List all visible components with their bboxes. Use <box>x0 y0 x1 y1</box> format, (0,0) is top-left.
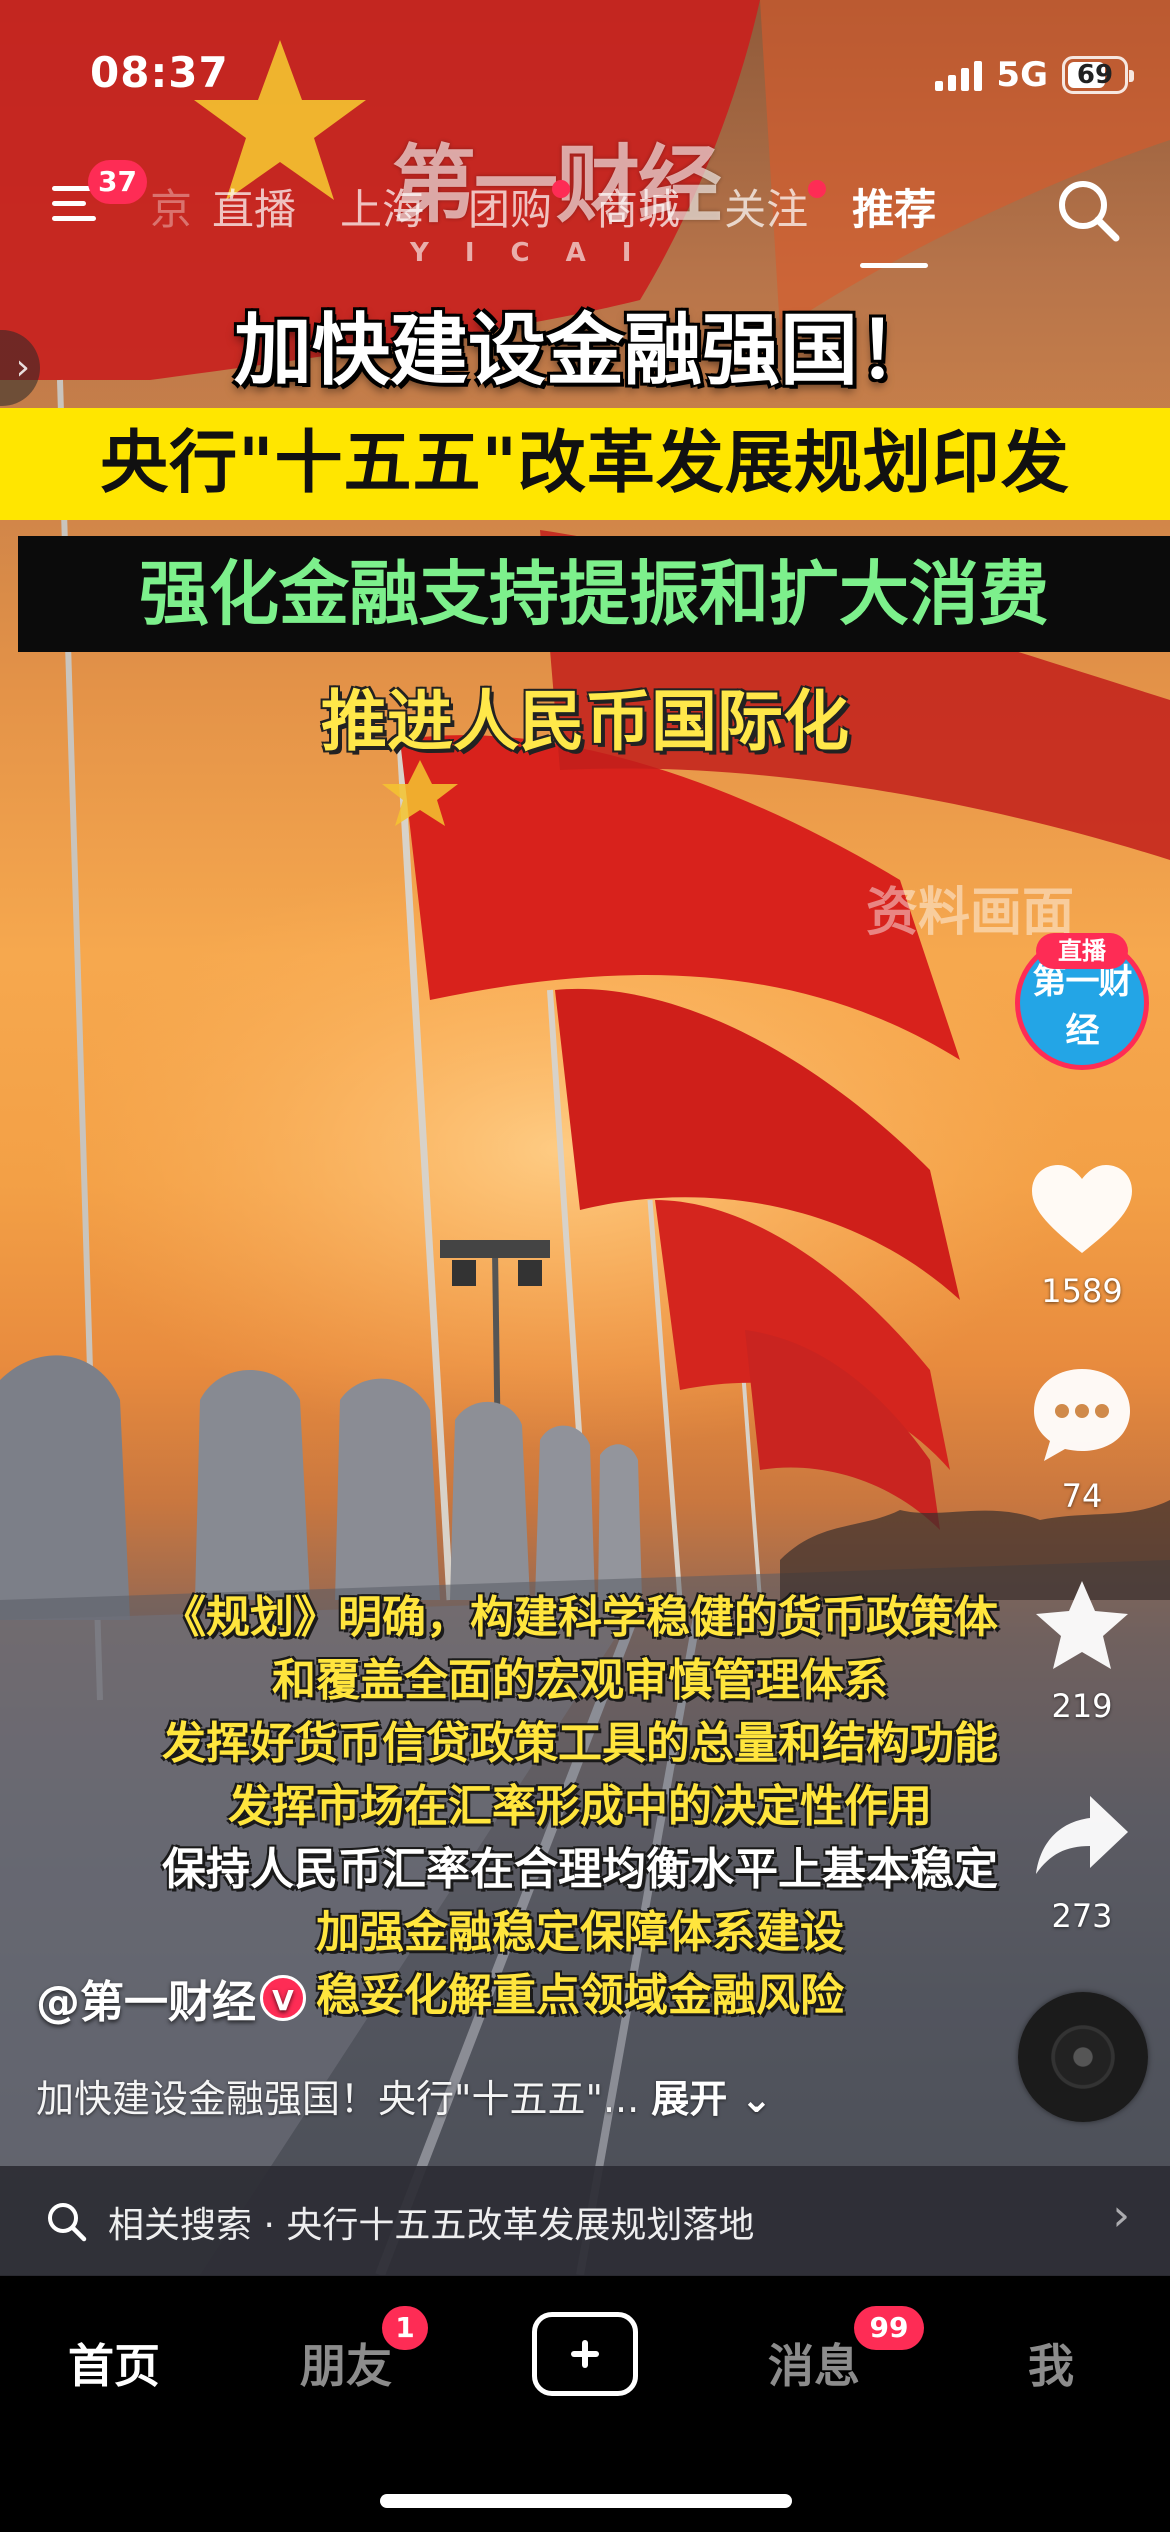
like-action[interactable]: 1589 <box>1012 1150 1152 1310</box>
author-avatar-live[interactable]: 直播 第一财经 <box>1012 933 1152 1070</box>
tab-following[interactable]: 关注 <box>702 180 830 240</box>
tab-notification-dot <box>552 180 571 198</box>
status-indicators: 5G 69 <box>935 52 1134 98</box>
search-icon[interactable] <box>1052 174 1124 246</box>
subtitle-line: 发挥市场在汇率形成中的决定性作用 <box>228 1781 932 1832</box>
video-subtitles: 《规划》明确，构建科学稳健的货币政策体 和覆盖全面的宏观审慎管理体系发挥好货币信贷… <box>40 1586 1120 2027</box>
home-indicator[interactable] <box>380 2494 792 2508</box>
share-arrow-icon[interactable] <box>1012 1775 1152 1895</box>
author-handle[interactable]: @第一财经 <box>36 1966 256 2030</box>
bottom-tab-bar: 首页 朋友 1 消息 99 我 <box>0 2276 1170 2532</box>
related-search-bar[interactable]: 相关搜索 · 央行十五五改革发展规划落地 › <box>0 2166 1170 2276</box>
tab-local-shanghai[interactable]: 上海 <box>318 180 446 240</box>
status-time: 08:37 <box>90 48 229 97</box>
live-tag: 直播 <box>1036 933 1128 969</box>
tab-live[interactable]: 直播 <box>190 180 318 240</box>
post-caption[interactable]: 加快建设金融强国！央行"十五五"... 展开 ⌄ <box>36 2068 772 2123</box>
author-name[interactable]: @第一财经 V <box>36 1966 306 2030</box>
comment-action[interactable]: 74 <box>1012 1355 1152 1515</box>
like-count: 1589 <box>1041 1272 1123 1310</box>
subtitle-line: 和覆盖全面的宏观审慎管理体系 <box>272 1655 888 1706</box>
tab-friends[interactable]: 朋友 <box>300 2330 392 2396</box>
headline-banner-green: 强化金融支持提振和扩大消费 <box>18 536 1170 652</box>
avatar[interactable]: 直播 第一财经 <box>1015 933 1149 1070</box>
nav-tabs: 京 直播 上海 团购 商城 关注 推荐 <box>150 180 958 268</box>
friends-badge: 1 <box>382 2306 428 2350</box>
subtitle-line: 发挥好货币信贷政策工具的总量和结构功能 <box>162 1718 998 1769</box>
share-count: 273 <box>1051 1897 1113 1935</box>
music-disc-icon[interactable] <box>1018 1992 1148 2122</box>
subtitle-line: 加强金融稳定保障体系建设 <box>316 1907 844 1958</box>
chevron-right-icon: › <box>1112 2190 1130 2241</box>
tab-notification-dot <box>808 180 827 198</box>
tab-me[interactable]: 我 <box>1028 2330 1074 2396</box>
verified-badge-icon: V <box>260 1975 306 2021</box>
tab-group-buy[interactable]: 团购 <box>446 180 574 240</box>
headline-subtitle: 推进人民币国际化 <box>321 683 849 760</box>
top-nav: 37 京 直播 上海 团购 商城 关注 推荐 <box>0 160 1170 268</box>
search-icon <box>44 2199 88 2243</box>
network-type: 5G <box>996 55 1048 95</box>
cellular-signal-icon <box>935 59 983 91</box>
create-post-button[interactable] <box>532 2312 638 2396</box>
caption-text: 加快建设金融强国！央行"十五五"... <box>36 2077 640 2121</box>
favorite-count: 219 <box>1051 1687 1113 1725</box>
comment-bubble-icon[interactable] <box>1012 1355 1152 1475</box>
tab-home[interactable]: 首页 <box>68 2330 160 2396</box>
menu-badge: 37 <box>88 160 147 204</box>
tab-messages[interactable]: 消息 <box>768 2330 860 2396</box>
chevron-down-icon: ⌄ <box>727 2077 773 2121</box>
tab-partial[interactable]: 京 <box>150 180 190 240</box>
heart-icon[interactable] <box>1012 1150 1152 1270</box>
messages-badge: 99 <box>854 2306 924 2350</box>
related-search-text: 相关搜索 · 央行十五五改革发展规划落地 <box>108 2205 755 2246</box>
comment-count: 74 <box>1061 1477 1103 1515</box>
share-action[interactable]: 273 <box>1012 1775 1152 1935</box>
expand-caption-link[interactable]: 展开 <box>651 2077 727 2121</box>
tab-mall[interactable]: 商城 <box>574 180 702 240</box>
subtitle-line: 保持人民币汇率在合理均衡水平上基本稳定 <box>162 1844 998 1895</box>
battery-icon: 69 <box>1062 56 1134 94</box>
star-icon[interactable] <box>1012 1565 1152 1685</box>
battery-percent: 69 <box>1076 60 1114 90</box>
headline-banner-yellow: 央行"十五五"改革发展规划印发 <box>0 408 1170 520</box>
status-bar: 08:37 5G 69 <box>0 0 1170 150</box>
headline-title: 加快建设金融强国！ <box>233 306 936 396</box>
subtitle-line: 《规划》明确，构建科学稳健的货币政策体 <box>162 1592 998 1643</box>
favorite-action[interactable]: 219 <box>1012 1565 1152 1725</box>
tab-recommended[interactable]: 推荐 <box>830 180 958 268</box>
archive-footage-watermark: 资料画面 <box>866 883 1075 943</box>
